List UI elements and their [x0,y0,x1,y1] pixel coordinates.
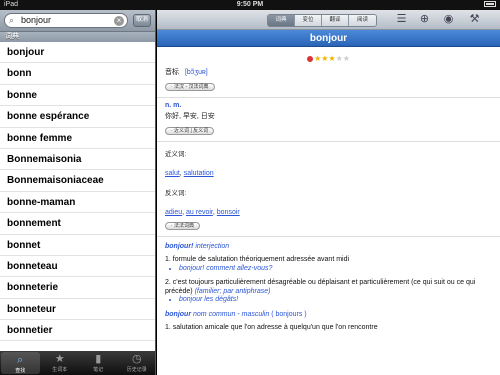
definition-heading: bonjour nom commun - masculin ( bonjours… [165,311,492,318]
star-icon: ★ [54,353,65,365]
section-header: 词典 [0,32,155,42]
list-item[interactable]: bonnetier [0,320,155,342]
search-icon: ⌕ [9,15,15,25]
phonetic-value[interactable]: [bɔ̃ʒuʀ] [185,69,208,76]
speaker-icon[interactable]: ◉ [442,13,455,26]
search-bar: ⌕ bonjour × 取消 [0,10,155,32]
rating-stars: ★★★★★ [165,54,492,63]
toolbar: 词典 变位 翻译 阅读 ☰ ⊕ ◉ ⚒ [157,10,500,30]
cancel-button[interactable]: 取消 [133,14,151,27]
list-item[interactable]: Bonnemaisonia [0,149,155,171]
definition-headword: bonjour [165,310,192,318]
word-list: bonjour bonn bonne bonne espérance bonne… [0,42,155,342]
word-list-pane: ⌕ bonjour × 取消 词典 bonjour bonn bonne bon… [0,10,156,375]
history-icon: ◷ [131,353,142,365]
list-item[interactable]: bonne-maman [0,192,155,214]
rating-dot-icon [307,55,314,62]
entry-content: ★★★★★ 音标 [bɔ̃ʒuʀ] · 法汉 - 汉法词典 n. m. 你好, … [157,54,500,332]
sense-text: 1. salutation amicale que l'on adresse à… [165,323,378,331]
definition-headword: bonjour! [165,243,194,250]
battery-icon [484,1,496,8]
definition-sense: 2. c'est toujours particulièrement désag… [165,279,492,305]
fr-fr-dict-button[interactable]: · 法法词典 [165,222,201,230]
antonym-link[interactable]: adieu [165,209,182,216]
list-icon[interactable]: ☰ [395,13,408,26]
tab-notes[interactable]: ▮ 笔记 [79,351,118,375]
phonetic-label: 音标 [165,69,179,76]
list-item[interactable]: bonne femme [0,128,155,149]
search-icon: ⌕ [17,354,24,366]
segment-dictionary[interactable]: 词典 [268,15,295,26]
list-item[interactable]: Bonnemaisoniaceae [0,170,155,192]
divider [157,97,500,98]
notebook-icon: ▮ [95,353,102,365]
example: bonjour les dégâts! [179,296,492,305]
entry-pane: 词典 变位 翻译 阅读 ☰ ⊕ ◉ ⚒ bonjour ★★★★★ 音标 [bɔ… [157,10,500,375]
list-item[interactable]: bonneteur [0,299,155,321]
list-item[interactable]: bonnement [0,213,155,235]
segment-conjugation[interactable]: 变位 [295,15,322,26]
tab-vocabulary[interactable]: ★ 生词本 [41,351,80,375]
chinese-meaning: 你好, 早安, 日安 [165,113,215,120]
definition-sense: 1. salutation amicale que l'on adresse à… [165,324,492,333]
sense-text: 1. formule de salutation théoriquement a… [165,256,350,263]
tab-label: 查找 [15,368,26,374]
tab-bar: ⌕ 查找 ★ 生词本 ▮ 笔记 ◷ 历史记录 [0,351,156,375]
list-item[interactable]: bonne espérance [0,106,155,128]
plural-form: ( bonjours ) [271,310,307,318]
entry-title: bonjour [157,30,500,47]
phonetic-row: 音标 [bɔ̃ʒuʀ] [165,67,492,77]
synonym-link[interactable]: salutation [184,170,214,177]
list-item[interactable]: bonneterie [0,277,155,299]
tab-label: 历史记录 [126,367,147,373]
list-item[interactable]: bonneteau [0,256,155,278]
antonyms-label: 反义词: [165,190,187,197]
list-item[interactable]: bonjour [0,42,155,64]
search-input[interactable]: ⌕ bonjour × [4,13,128,28]
star-empty-icon: ★★ [335,54,350,63]
mode-segmented-control: 词典 变位 翻译 阅读 [267,14,377,27]
list-item[interactable]: bonn [0,63,155,85]
tab-label: 笔记 [93,367,104,373]
example: bonjour! comment allez-vous? [179,265,492,274]
fr-cn-dict-button[interactable]: · 法汉 - 汉法词典 [165,83,215,91]
settings-icon[interactable]: ⚒ [468,13,481,26]
definition-sense: 1. formule de salutation théoriquement a… [165,256,492,273]
part-of-speech: n. m. [165,102,182,109]
antonym-link[interactable]: bonsoir [217,209,240,216]
sense-text: 2. c'est toujours particulièrement désag… [165,279,492,296]
usage-note: (familier; par antiphrase) [194,287,271,295]
synonym-link[interactable]: salut [165,170,180,177]
antonyms-links: adieu, au revoir, bonsoir [165,209,240,216]
tab-search[interactable]: ⌕ 查找 [1,352,40,374]
divider [157,141,500,142]
definition-pos: nom commun - masculin [193,310,270,318]
segment-reading[interactable]: 阅读 [349,15,376,26]
list-item[interactable]: bonnet [0,235,155,256]
list-item[interactable]: bonne [0,85,155,107]
zoom-icon[interactable]: ⊕ [418,13,431,26]
clear-search-icon[interactable]: × [114,16,124,26]
status-time: 9:50 PM [236,1,264,8]
status-bar: iPad 9:50 PM [0,0,500,10]
segment-translate[interactable]: 翻译 [322,15,349,26]
battery-indicator [482,0,496,10]
definition-pos: interjection [195,243,230,250]
star-icon: ★★★ [314,54,336,63]
antonym-link[interactable]: au revoir [186,209,213,216]
search-input-value: bonjour [21,15,52,25]
definition-heading: bonjour! interjection [165,243,492,250]
synonyms-links: salut, salutation [165,170,214,177]
divider [157,236,500,237]
synonyms-label: 近义词: [165,151,187,158]
synonyms-button[interactable]: · 近义词 | 反义词 [165,127,215,135]
tab-history[interactable]: ◷ 历史记录 [118,351,156,375]
tab-label: 生词本 [52,367,68,373]
